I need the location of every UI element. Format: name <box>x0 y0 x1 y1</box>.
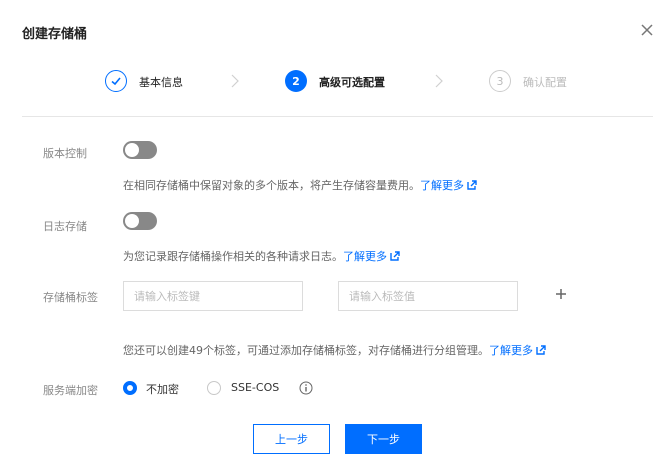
tags-help: 您还可以创建49个标签，可通过添加存储桶标签，对存储桶进行分组管理。了解更多 <box>123 342 546 358</box>
tags-label: 存储桶标签 <box>43 291 98 304</box>
versioning-toggle[interactable] <box>123 141 157 159</box>
step-2-number: 2 <box>285 70 307 92</box>
toggle-knob <box>125 143 139 157</box>
next-step-button[interactable]: 下一步 <box>345 424 422 454</box>
logging-learn-more-link[interactable]: 了解更多 <box>343 250 400 263</box>
info-icon[interactable] <box>299 381 313 395</box>
step-1-done-icon <box>105 70 127 92</box>
close-icon <box>641 24 653 36</box>
external-link-icon <box>536 345 546 355</box>
encryption-label: 服务端加密 <box>43 384 98 397</box>
no-encryption-label[interactable]: 不加密 <box>146 381 179 397</box>
tag-value-input[interactable] <box>338 281 518 311</box>
external-link-icon <box>390 251 400 261</box>
check-icon <box>111 77 121 86</box>
toggle-knob <box>125 214 139 228</box>
step-3-number: 3 <box>489 70 511 92</box>
step-1-label: 基本信息 <box>139 76 183 89</box>
close-button[interactable] <box>639 22 655 38</box>
tags-learn-more-link[interactable]: 了解更多 <box>489 344 546 357</box>
versioning-learn-more-label: 了解更多 <box>420 179 464 192</box>
logging-learn-more-label: 了解更多 <box>343 250 387 263</box>
logging-toggle[interactable] <box>123 212 157 230</box>
sse-cos-label[interactable]: SSE-COS <box>231 381 279 394</box>
tag-key-input[interactable] <box>123 281 303 311</box>
versioning-help: 在相同存储桶中保留对象的多个版本，将产生存储容量费用。了解更多 <box>123 177 477 193</box>
step-2-label: 高级可选配置 <box>319 76 385 89</box>
external-link-icon <box>467 180 477 190</box>
logging-help: 为您记录跟存储桶操作相关的各种请求日志。了解更多 <box>123 248 400 264</box>
chevron-right-icon <box>231 74 239 88</box>
versioning-label: 版本控制 <box>43 147 87 160</box>
no-encryption-radio[interactable] <box>123 381 137 395</box>
add-tag-button[interactable] <box>555 286 567 304</box>
dialog-title: 创建存储桶 <box>22 27 88 42</box>
header-divider <box>22 116 653 117</box>
tags-help-text: 您还可以创建49个标签，可通过添加存储桶标签，对存储桶进行分组管理。 <box>123 344 489 357</box>
plus-icon <box>556 289 566 299</box>
versioning-help-text: 在相同存储桶中保留对象的多个版本，将产生存储容量费用。 <box>123 179 420 192</box>
tags-learn-more-label: 了解更多 <box>489 344 533 357</box>
chevron-right-icon <box>435 74 443 88</box>
logging-help-text: 为您记录跟存储桶操作相关的各种请求日志。 <box>123 250 343 263</box>
step-3-label: 确认配置 <box>523 76 567 89</box>
prev-step-button[interactable]: 上一步 <box>253 424 330 454</box>
sse-cos-radio[interactable] <box>207 381 221 395</box>
logging-label: 日志存储 <box>43 220 87 233</box>
versioning-learn-more-link[interactable]: 了解更多 <box>420 179 477 192</box>
